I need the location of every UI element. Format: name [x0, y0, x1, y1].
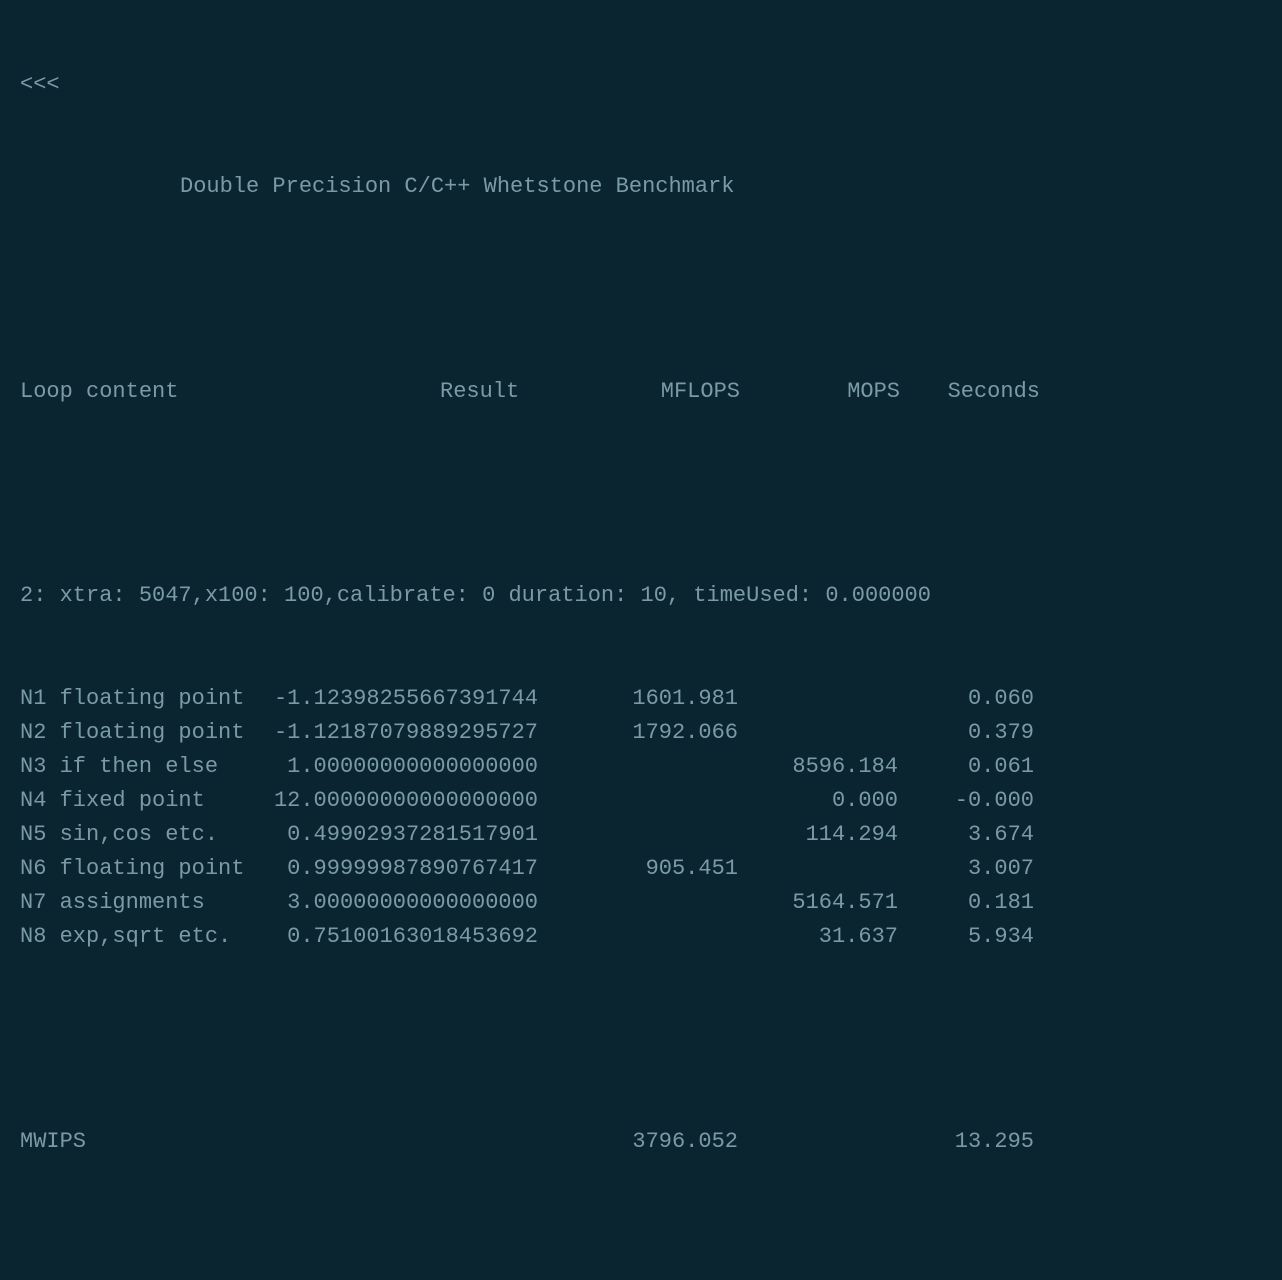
data-rows: N1 floating point-1.12398255667391744160… [20, 682, 1262, 955]
table-row: N4 fixed point12.00000000000000000 0.000-… [20, 784, 1262, 818]
terminal-output: <<< Double Precision C/C++ Whetstone Ben… [0, 0, 1282, 1280]
table-row: N2 floating point-1.12187079889295727179… [20, 716, 1262, 750]
row-label: N5 sin,cos etc. [20, 818, 240, 852]
row-seconds: 0.379 [898, 716, 1034, 750]
blank-row [20, 1227, 1262, 1261]
table-row: N5 sin,cos etc.0.49902937281517901 114.29… [20, 818, 1262, 852]
table-row: N1 floating point-1.12398255667391744160… [20, 682, 1262, 716]
header-result: Result [240, 375, 580, 409]
row-label: N8 exp,sqrt etc. [20, 920, 240, 954]
table-header-row: Loop contentResultMFLOPSMOPSSeconds [20, 375, 1262, 409]
summary-mflops: 3796.052 [538, 1125, 738, 1159]
row-mops: 8596.184 [738, 750, 898, 784]
row-result: -1.12187079889295727 [240, 716, 538, 750]
row-mflops: 905.451 [538, 852, 738, 886]
calibration-info: 2: xtra: 5047,x100: 100,calibrate: 0 dur… [20, 579, 1262, 613]
row-mflops: 1601.981 [538, 682, 738, 716]
row-seconds: 0.061 [898, 750, 1034, 784]
row-mops: 0.000 [738, 784, 898, 818]
row-label: N3 if then else [20, 750, 240, 784]
row-label: N4 fixed point [20, 784, 240, 818]
table-row: N6 floating point0.99999987890767417905.… [20, 852, 1262, 886]
prompt-line: <<< [20, 68, 1262, 102]
row-result: 1.00000000000000000 [240, 750, 538, 784]
blank-row [20, 477, 1262, 511]
summary-seconds: 13.295 [898, 1125, 1034, 1159]
blank-row [20, 273, 1262, 307]
row-label: N2 floating point [20, 716, 240, 750]
row-result: 0.99999987890767417 [240, 852, 538, 886]
row-seconds: -0.000 [898, 784, 1034, 818]
table-row: N3 if then else1.00000000000000000 8596.1… [20, 750, 1262, 784]
header-loop: Loop content [20, 375, 240, 409]
row-mops: 114.294 [738, 818, 898, 852]
row-label: N6 floating point [20, 852, 240, 886]
benchmark-title: Double Precision C/C++ Whetstone Benchma… [20, 170, 1262, 204]
row-mflops: 1792.066 [538, 716, 738, 750]
row-result: 0.75100163018453692 [240, 920, 538, 954]
header-mops: MOPS [740, 375, 900, 409]
row-seconds: 3.007 [898, 852, 1034, 886]
table-row: N8 exp,sqrt etc.0.75100163018453692 31.63… [20, 920, 1262, 954]
row-result: 0.49902937281517901 [240, 818, 538, 852]
row-result: -1.12398255667391744 [240, 682, 538, 716]
row-label: N1 floating point [20, 682, 240, 716]
summary-row: MWIPS 3796.052 13.295 [20, 1125, 1262, 1159]
header-mflops: MFLOPS [580, 375, 740, 409]
blank-row [20, 1023, 1262, 1057]
row-seconds: 0.181 [898, 886, 1034, 920]
row-mops: 5164.571 [738, 886, 898, 920]
table-row: N7 assignments3.00000000000000000 5164.57… [20, 886, 1262, 920]
row-seconds: 3.674 [898, 818, 1034, 852]
row-result: 12.00000000000000000 [240, 784, 538, 818]
row-mops: 31.637 [738, 920, 898, 954]
row-result: 3.00000000000000000 [240, 886, 538, 920]
prompt-chars: <<< [20, 72, 60, 97]
header-seconds: Seconds [900, 375, 1040, 409]
row-seconds: 5.934 [898, 920, 1034, 954]
summary-label: MWIPS [20, 1125, 240, 1159]
row-seconds: 0.060 [898, 682, 1034, 716]
row-label: N7 assignments [20, 886, 240, 920]
